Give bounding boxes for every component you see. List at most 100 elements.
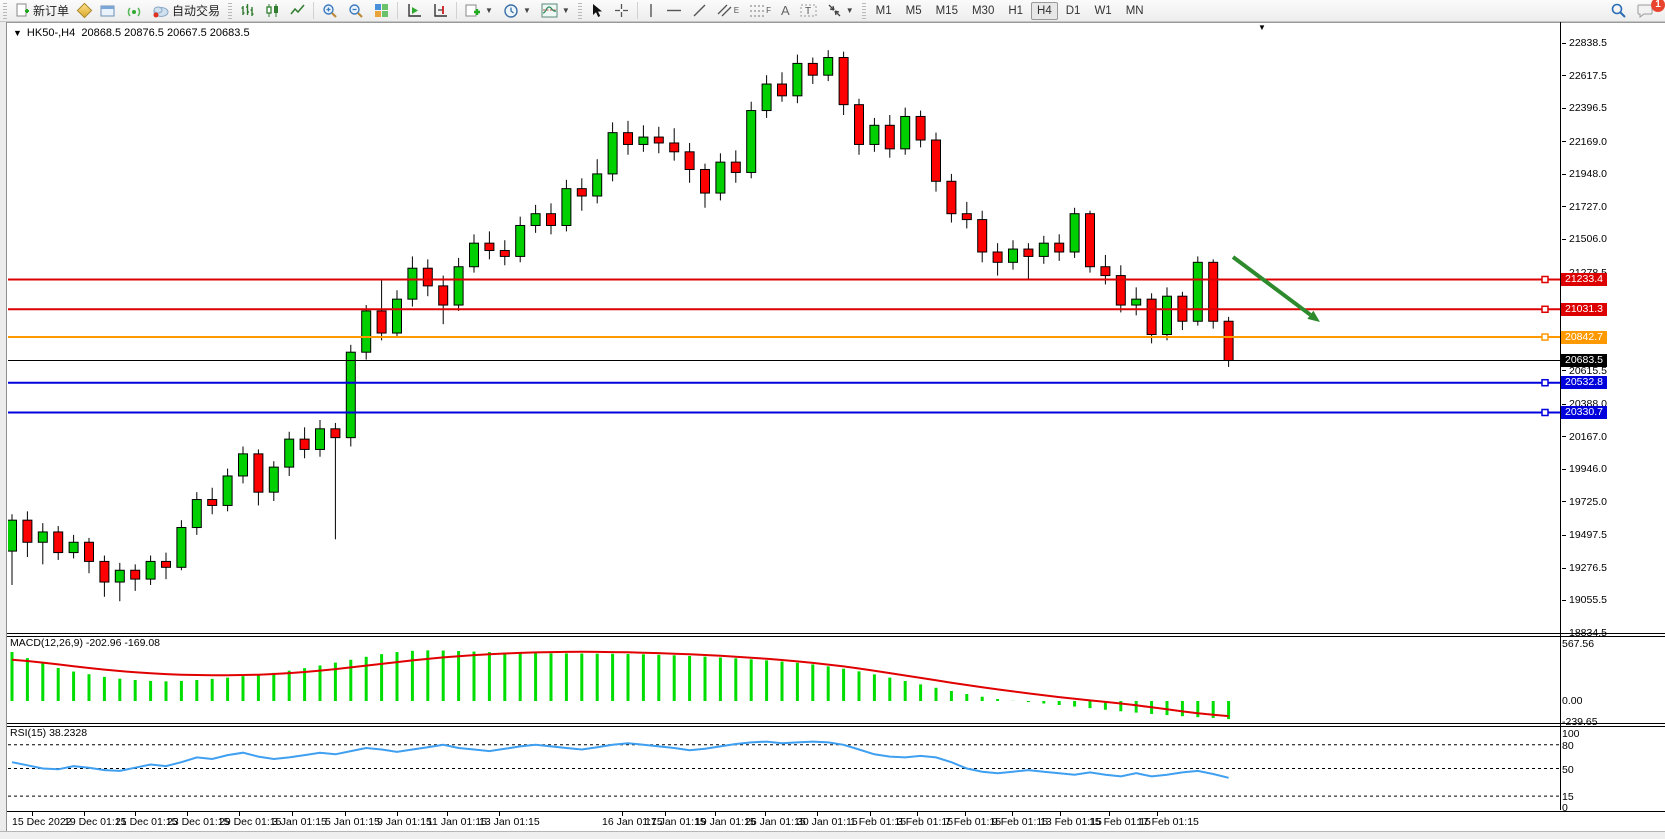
candle-bearish[interactable] — [624, 133, 633, 145]
profiles-button[interactable]: ▼ — [498, 1, 536, 21]
candle-bullish[interactable] — [470, 243, 479, 267]
auto-trading-button[interactable]: 自动交易 — [147, 1, 225, 21]
candle-bullish[interactable] — [1009, 249, 1018, 262]
candle-bullish[interactable] — [192, 500, 201, 528]
candle-bullish[interactable] — [115, 570, 124, 582]
candle-bullish[interactable] — [177, 528, 186, 568]
notifications-button[interactable]: 1 — [1632, 1, 1659, 21]
line-chart-button[interactable] — [285, 1, 310, 21]
candle-bullish[interactable] — [762, 84, 771, 111]
candle-bearish[interactable] — [485, 243, 494, 250]
timeframe-button-H1[interactable]: H1 — [1002, 2, 1029, 20]
timeframe-button-W1[interactable]: W1 — [1088, 2, 1117, 20]
candle-bearish[interactable] — [85, 542, 94, 561]
text-label-tool-button[interactable]: T — [795, 1, 822, 21]
candle-bearish[interactable] — [731, 162, 740, 172]
candle-bullish[interactable] — [393, 299, 402, 333]
candle-bullish[interactable] — [316, 429, 325, 450]
candle-bullish[interactable] — [531, 214, 540, 226]
candle-bullish[interactable] — [1039, 243, 1048, 256]
signals-button[interactable] — [121, 1, 147, 21]
timeframe-button-M15[interactable]: M15 — [930, 2, 964, 20]
candle-bullish[interactable] — [69, 542, 78, 552]
crosshair-tool-button[interactable] — [609, 1, 634, 21]
text-tool-button[interactable]: A — [776, 1, 795, 21]
vertical-line-tool-button[interactable] — [641, 1, 661, 21]
line-handle[interactable] — [1542, 409, 1548, 415]
toolbar-grip[interactable] — [578, 3, 582, 19]
candle-bullish[interactable] — [1132, 299, 1141, 305]
candle-bullish[interactable] — [362, 311, 371, 352]
candle-bearish[interactable] — [978, 220, 987, 252]
trendline-tool-button[interactable] — [687, 1, 712, 21]
arrows-tool-button[interactable]: ▼ — [822, 1, 859, 21]
candle-bearish[interactable] — [208, 500, 217, 506]
horizontal-line-tool-button[interactable] — [661, 1, 687, 21]
candle-bearish[interactable] — [1024, 249, 1033, 256]
candle-bullish[interactable] — [747, 111, 756, 173]
equidistant-channel-tool-button[interactable]: E — [712, 1, 744, 21]
candle-bullish[interactable] — [146, 561, 155, 579]
candle-bullish[interactable] — [639, 137, 648, 144]
line-handle[interactable] — [1542, 380, 1548, 386]
candle-bearish[interactable] — [439, 286, 448, 305]
candle-bullish[interactable] — [608, 133, 617, 174]
candle-bearish[interactable] — [377, 311, 386, 333]
candle-bearish[interactable] — [23, 520, 32, 542]
candle-bearish[interactable] — [670, 143, 679, 152]
zoom-out-button[interactable] — [343, 1, 369, 21]
tile-windows-button[interactable] — [369, 1, 394, 21]
line-handle[interactable] — [1542, 306, 1548, 312]
candle-bearish[interactable] — [162, 561, 171, 567]
candle-bearish[interactable] — [500, 251, 509, 257]
candle-bearish[interactable] — [654, 137, 663, 143]
main-chart-panel[interactable] — [8, 25, 1560, 633]
candle-bullish[interactable] — [1193, 262, 1202, 321]
candle-bullish[interactable] — [285, 439, 294, 467]
candle-bullish[interactable] — [38, 532, 47, 542]
candle-bearish[interactable] — [932, 140, 941, 181]
candle-bearish[interactable] — [1086, 214, 1095, 267]
candle-bearish[interactable] — [855, 105, 864, 145]
candle-bearish[interactable] — [701, 169, 710, 193]
indicators-button[interactable]: ▼ — [536, 1, 575, 21]
candle-bearish[interactable] — [685, 152, 694, 170]
toolbar-grip[interactable] — [862, 3, 866, 19]
timeframe-button-M5[interactable]: M5 — [900, 2, 928, 20]
toolbar-grip[interactable] — [3, 3, 7, 19]
candle-bearish[interactable] — [808, 63, 817, 75]
candle-bullish[interactable] — [516, 225, 525, 256]
line-handle[interactable] — [1542, 276, 1548, 282]
candle-bullish[interactable] — [454, 267, 463, 305]
candle-bullish[interactable] — [269, 467, 278, 492]
cursor-tool-button[interactable] — [585, 1, 609, 21]
candle-bearish[interactable] — [131, 570, 140, 579]
line-handle[interactable] — [1542, 334, 1548, 340]
timeframe-button-H4[interactable]: H4 — [1031, 2, 1058, 20]
candle-bearish[interactable] — [1101, 267, 1110, 276]
terminal-button[interactable] — [95, 1, 121, 21]
candle-bearish[interactable] — [254, 454, 263, 492]
candle-bearish[interactable] — [993, 252, 1002, 262]
candle-bullish[interactable] — [870, 125, 879, 144]
bar-chart-button[interactable] — [235, 1, 260, 21]
candle-bearish[interactable] — [547, 214, 556, 226]
candle-bullish[interactable] — [901, 116, 910, 148]
time-axis[interactable]: 15 Dec 202219 Dec 01:1521 Dec 01:1523 De… — [7, 811, 1665, 830]
candle-bullish[interactable] — [8, 520, 17, 551]
trend-arrow[interactable] — [1233, 257, 1310, 315]
candle-bearish[interactable] — [1055, 243, 1064, 252]
candle-bearish[interactable] — [885, 125, 894, 149]
candle-bearish[interactable] — [947, 181, 956, 213]
timeframe-button-M30[interactable]: M30 — [966, 2, 1000, 20]
timeframe-button-D1[interactable]: D1 — [1060, 2, 1087, 20]
timeframe-button-M1[interactable]: M1 — [870, 2, 898, 20]
candle-bearish[interactable] — [100, 561, 109, 582]
candle-bearish[interactable] — [423, 268, 432, 286]
macd-panel[interactable] — [8, 636, 1560, 723]
new-chart-button[interactable]: ▼ — [460, 1, 498, 21]
candle-bearish[interactable] — [1224, 321, 1233, 360]
candlestick-chart-button[interactable] — [260, 1, 285, 21]
candle-bearish[interactable] — [778, 84, 787, 96]
timeframe-button-MN[interactable]: MN — [1120, 2, 1150, 20]
